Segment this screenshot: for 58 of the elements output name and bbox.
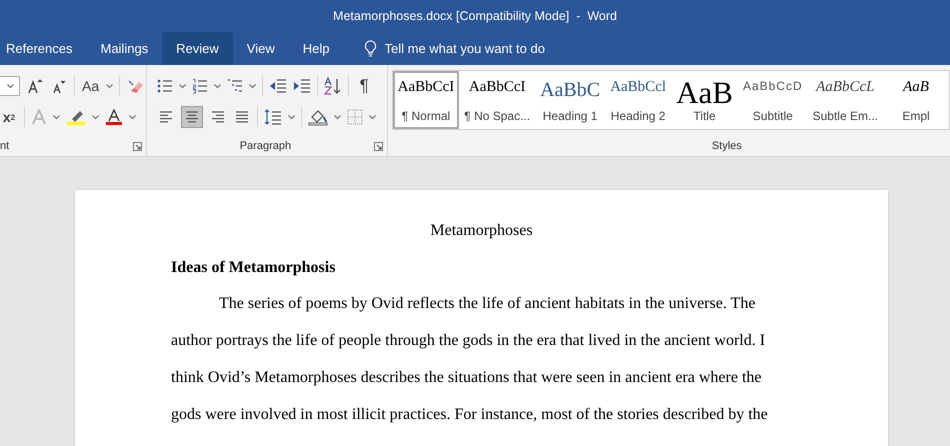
align-left-icon	[158, 109, 174, 126]
style-item[interactable]: AaBbCcD Subtitle	[738, 71, 808, 129]
shrink-font-icon	[52, 78, 66, 94]
caret-icon[interactable]	[334, 114, 342, 120]
style-item[interactable]: AaB Empl	[883, 71, 949, 129]
dialog-launcher-icon[interactable]	[374, 142, 383, 151]
section-heading: Ideas of Metamorphosis	[171, 258, 336, 278]
decrease-indent-icon[interactable]	[269, 78, 288, 94]
caret-icon[interactable]	[288, 114, 296, 120]
change-case-button[interactable]: Aa	[81, 75, 100, 98]
ribbon-tab[interactable]: Mailings	[86, 32, 162, 65]
caret-icon[interactable]	[249, 84, 256, 89]
align-center-icon	[184, 109, 200, 126]
align-center-button[interactable]	[181, 106, 204, 128]
caret-icon[interactable]	[214, 84, 222, 89]
caret-icon[interactable]	[7, 84, 14, 89]
ribbon-tab[interactable]: View	[232, 32, 289, 65]
style-item[interactable]: AaBbC Heading 1	[535, 71, 606, 129]
grow-font-icon	[28, 78, 42, 94]
shading-icon[interactable]	[308, 108, 328, 126]
lightbulb-icon[interactable]	[364, 40, 376, 58]
group-label: Paragraph	[240, 140, 292, 152]
caret-icon[interactable]	[92, 114, 99, 120]
document-title: Metamorphoses	[429, 221, 534, 241]
align-justify-icon	[234, 109, 250, 126]
caret-icon[interactable]	[369, 114, 376, 120]
align-right-icon	[210, 109, 226, 126]
tell-me-field[interactable]: Tell me what you want to do	[384, 41, 564, 56]
show-marks-button[interactable]: ¶	[355, 75, 374, 98]
line-spacing-icon[interactable]	[264, 109, 282, 126]
borders-icon[interactable]	[347, 109, 364, 126]
ribbon-tab[interactable]: References	[0, 32, 86, 65]
ribbon-tab[interactable]: Review	[162, 32, 233, 65]
caret-icon[interactable]	[106, 84, 114, 89]
numbering-icon[interactable]	[192, 78, 208, 94]
dialog-launcher-icon[interactable]	[133, 142, 142, 151]
style-item[interactable]: AaBbCcI ¶ No Spac...	[459, 71, 536, 129]
style-item[interactable]: AaBbCcI ¶ Normal	[392, 71, 460, 129]
font-color-icon[interactable]	[105, 109, 123, 126]
highlighter-icon[interactable]	[66, 109, 86, 126]
group-label: nt	[0, 140, 10, 152]
increase-indent-icon[interactable]	[293, 78, 312, 94]
eraser-icon[interactable]	[126, 78, 144, 94]
superscript-button[interactable]: x$^{2}$	[0, 106, 18, 128]
multilevel-list-icon[interactable]	[227, 78, 244, 94]
body-paragraph: The series of poems by Ovid reflects the life of ancient habitats in the universe. The author portrays the life of people through the gods in the era that lived in the ancient world. I think Ovid’s Metamorphoses describes the situations that were seen in ancient era where the gods were involved in most illicit practices. For instance, most of the stories described by the	[171, 294, 769, 425]
style-item[interactable]: AaBbCcl Heading 2	[605, 71, 672, 129]
bullets-icon[interactable]	[157, 78, 174, 94]
ribbon-tab[interactable]: Help	[288, 32, 344, 65]
caret-icon[interactable]	[129, 114, 136, 120]
font-size-dropdown[interactable]	[0, 76, 20, 96]
group-label: Styles	[712, 140, 742, 152]
window-title: Metamorphoses.docx [Compatibility Mode] - Word	[333, 9, 617, 23]
style-item[interactable]: AaB Title	[671, 71, 738, 129]
style-item[interactable]: AaBbCcL Subtle Em...	[808, 71, 883, 129]
caret-icon[interactable]	[53, 114, 60, 120]
sort-icon[interactable]	[324, 77, 342, 96]
caret-icon[interactable]	[179, 84, 186, 89]
